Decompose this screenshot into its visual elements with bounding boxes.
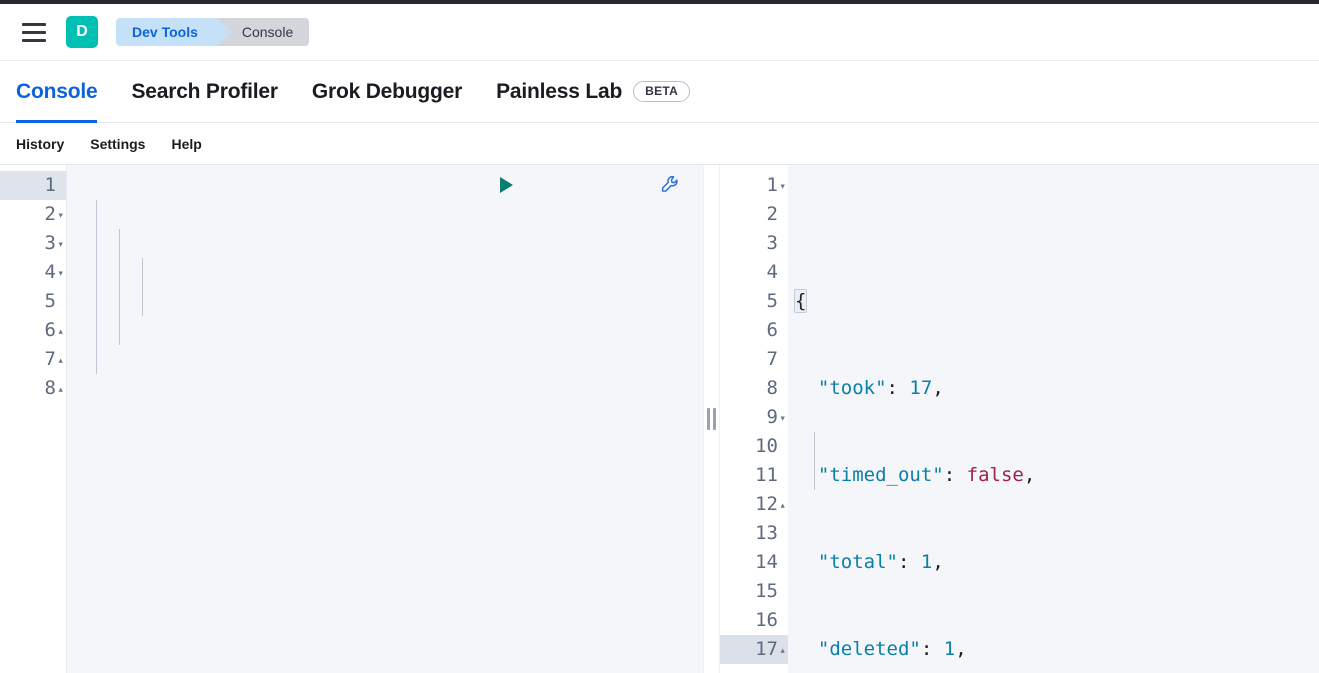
line-number: 2 (720, 200, 788, 229)
line-number: 6▴ (0, 316, 66, 345)
line-number: 16 (720, 606, 788, 635)
console-toolbar: History Settings Help (0, 123, 1319, 165)
request-editor-pane[interactable]: 1 2▾ 3▾ 4▾ 5 6▴ 7▴ 8▴ (0, 165, 703, 673)
request-actions (500, 174, 681, 195)
line-number: 5 (720, 287, 788, 316)
beta-badge: BETA (633, 81, 690, 102)
gutter-divider (66, 165, 67, 673)
line-number: 14 (720, 548, 788, 577)
breadcrumb-item-dev-tools[interactable]: Dev Tools (116, 18, 218, 46)
breadcrumb: Dev Tools Console (116, 18, 309, 46)
hamburger-bar (22, 39, 46, 42)
line-number: 15 (720, 577, 788, 606)
fold-down-icon[interactable]: ▾ (779, 180, 786, 191)
fold-up-icon[interactable]: ▴ (57, 354, 64, 365)
fold-up-icon[interactable]: ▴ (779, 499, 786, 510)
line-number: 8▴ (0, 374, 66, 403)
hamburger-menu-icon[interactable] (16, 14, 52, 50)
response-line-2[interactable]: "took": 17, (788, 374, 1319, 403)
line-number: 7 (720, 345, 788, 374)
request-code-area[interactable]: POST user/_delete_by_query { "query":{ "… (66, 165, 703, 673)
bracket-match: { (795, 290, 806, 312)
line-number: 17▴ (720, 635, 788, 664)
line-number: 8 (720, 374, 788, 403)
pane-resize-handle[interactable] (703, 165, 720, 673)
tab-label: Painless Lab (496, 80, 622, 104)
fold-up-icon[interactable]: ▴ (57, 325, 64, 336)
response-line-3[interactable]: "timed_out": false, (788, 461, 1319, 490)
console-app: D Dev Tools Console Console Search Profi… (0, 0, 1319, 673)
line-number: 5 (0, 287, 66, 316)
fold-up-icon[interactable]: ▴ (57, 383, 64, 394)
response-viewer-pane[interactable]: 1▾ 2 3 4 5 6 7 8 9▾ 10 11 12▴ 13 14 15 1… (720, 165, 1319, 673)
line-number: 4▾ (0, 258, 66, 287)
tab-grok-debugger[interactable]: Grok Debugger (312, 61, 462, 123)
line-number: 3▾ (0, 229, 66, 258)
response-line-4[interactable]: "total": 1, (788, 548, 1319, 577)
request-empty-area[interactable] (66, 403, 703, 673)
response-gutter: 1▾ 2 3 4 5 6 7 8 9▾ 10 11 12▴ 13 14 15 1… (720, 165, 788, 673)
app-logo-badge[interactable]: D (66, 16, 98, 48)
indent-guide (96, 200, 97, 374)
grip-bar (713, 408, 716, 430)
fold-down-icon[interactable]: ▾ (779, 412, 786, 423)
chrome-header: D Dev Tools Console (0, 4, 1319, 61)
response-code-area[interactable]: { "took": 17, "timed_out": false, "total… (788, 165, 1319, 673)
play-icon[interactable] (500, 177, 513, 193)
hamburger-bar (22, 23, 46, 26)
tab-label: Console (16, 80, 97, 104)
line-number: 13 (720, 519, 788, 548)
line-number: 3 (720, 229, 788, 258)
line-number: 7▴ (0, 345, 66, 374)
tab-console[interactable]: Console (16, 61, 97, 123)
tab-label: Search Profiler (131, 80, 277, 104)
fold-down-icon[interactable]: ▾ (57, 238, 64, 249)
response-line-1[interactable]: { (788, 287, 1319, 316)
breadcrumb-label: Console (242, 24, 293, 40)
line-number: 2▾ (0, 200, 66, 229)
line-number: 1 (0, 171, 66, 200)
fold-down-icon[interactable]: ▾ (57, 267, 64, 278)
indent-guide (119, 229, 120, 345)
help-button[interactable]: Help (171, 136, 201, 152)
line-number: 9▾ (720, 403, 788, 432)
breadcrumb-label: Dev Tools (132, 24, 198, 40)
settings-button[interactable]: Settings (90, 136, 145, 152)
resize-grip-icon (707, 408, 716, 430)
tab-label: Grok Debugger (312, 80, 462, 104)
tab-painless-lab[interactable]: Painless Lab BETA (496, 61, 690, 123)
line-number: 6 (720, 316, 788, 345)
fold-up-icon[interactable]: ▴ (779, 644, 786, 655)
grip-bar (707, 408, 710, 430)
app-tabs: Console Search Profiler Grok Debugger Pa… (0, 61, 1319, 123)
line-number: 4 (720, 258, 788, 287)
breadcrumb-item-console[interactable]: Console (218, 18, 309, 46)
line-number: 10 (720, 432, 788, 461)
wrench-icon[interactable] (523, 174, 681, 195)
line-number: 1▾ (720, 171, 788, 200)
line-number: 11 (720, 461, 788, 490)
request-gutter: 1 2▾ 3▾ 4▾ 5 6▴ 7▴ 8▴ (0, 165, 66, 673)
response-line-5[interactable]: "deleted": 1, (788, 635, 1319, 664)
indent-guide (142, 258, 143, 316)
tab-search-profiler[interactable]: Search Profiler (131, 61, 277, 123)
editor-panes: 1 2▾ 3▾ 4▾ 5 6▴ 7▴ 8▴ (0, 165, 1319, 673)
line-number: 12▴ (720, 490, 788, 519)
history-button[interactable]: History (16, 136, 64, 152)
fold-down-icon[interactable]: ▾ (57, 209, 64, 220)
hamburger-bar (22, 31, 46, 34)
